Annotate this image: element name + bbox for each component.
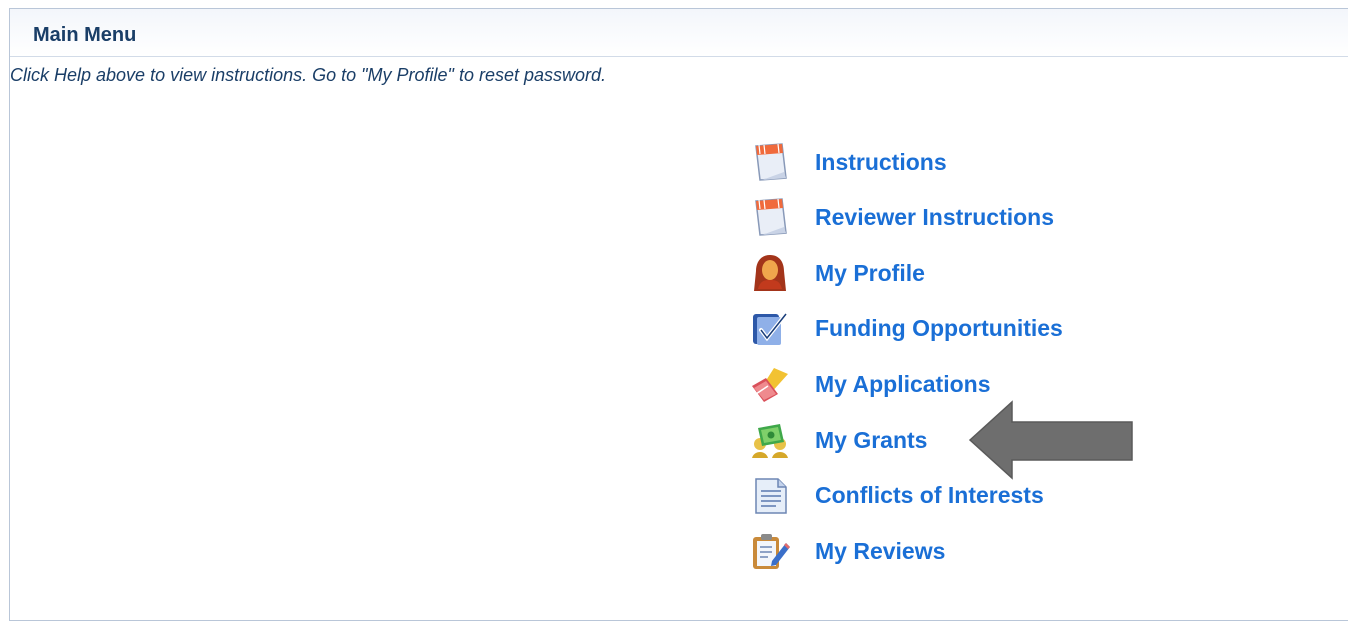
menu-item-label: My Grants: [815, 426, 928, 453]
annotation-arrow-icon: [968, 400, 1133, 480]
document-icon: [750, 473, 796, 517]
money-users-icon: [750, 418, 796, 462]
panel-header: Main Menu: [10, 9, 1348, 57]
menu-item-funding-opportunities[interactable]: Funding Opportunities: [750, 306, 1150, 350]
menu-item-label: Conflicts of Interests: [815, 481, 1044, 508]
clipboard-edit-icon: [750, 529, 796, 573]
calendar-doc-icon: [750, 195, 796, 239]
menu-item-label: Funding Opportunities: [815, 314, 1063, 341]
user-profile-icon: [750, 251, 796, 295]
pencil-eraser-icon: [750, 362, 796, 406]
menu-item-label: Instructions: [815, 148, 947, 175]
menu-item-label: My Applications: [815, 370, 991, 397]
menu-item-my-reviews[interactable]: My Reviews: [750, 529, 1150, 573]
menu-item-instructions[interactable]: Instructions: [750, 140, 1150, 184]
checklist-icon: [750, 306, 796, 350]
help-text: Click Help above to view instructions. G…: [10, 65, 607, 85]
page-title: Main Menu: [33, 24, 137, 46]
menu-item-label: Reviewer Instructions: [815, 203, 1055, 230]
calendar-doc-icon: [750, 140, 796, 184]
menu-item-label: My Profile: [815, 259, 925, 286]
menu-item-label: My Reviews: [815, 537, 946, 564]
menu-item-reviewer-instructions[interactable]: Reviewer Instructions: [750, 195, 1150, 239]
menu-item-my-profile[interactable]: My Profile: [750, 251, 1150, 295]
